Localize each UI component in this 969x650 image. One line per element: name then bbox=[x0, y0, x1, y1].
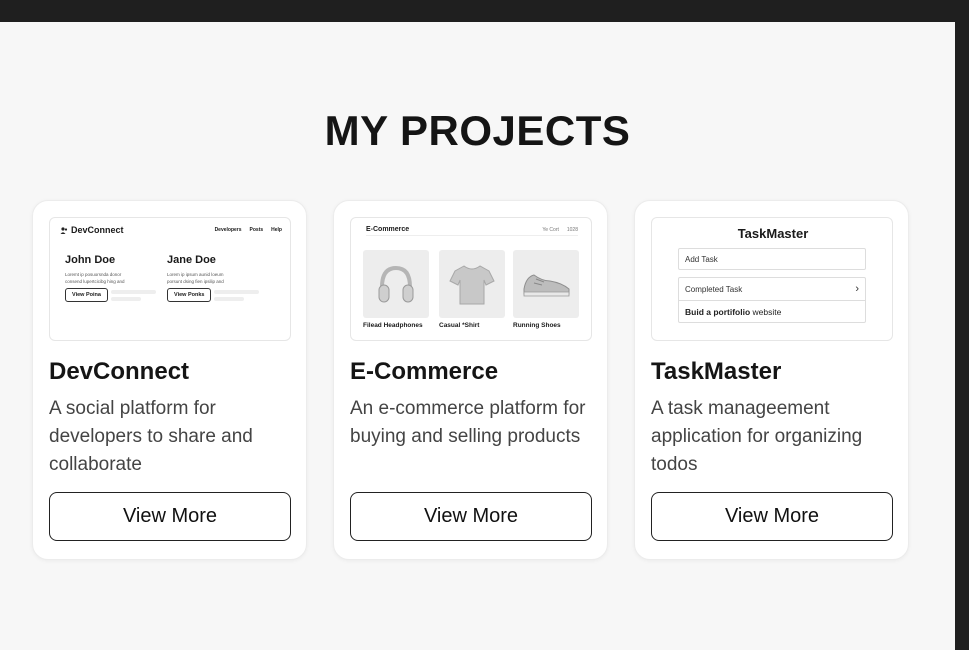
headphones-icon bbox=[378, 265, 414, 303]
preview-profile-name: Jane Doe bbox=[167, 254, 216, 266]
preview-placeholder-lines bbox=[214, 289, 260, 301]
view-more-button[interactable]: View More bbox=[651, 492, 893, 541]
view-more-button[interactable]: View More bbox=[49, 492, 291, 541]
preview-brand: E-Commerce bbox=[366, 226, 410, 233]
preview-nav-link: Posts bbox=[249, 227, 264, 233]
project-description: A task manageement application for organ… bbox=[651, 398, 863, 475]
project-preview-devconnect: DevConnect Developers Posts Help John Do… bbox=[49, 217, 291, 341]
project-card-taskmaster: TaskMaster Add Task Completed Task › Bui… bbox=[634, 200, 909, 560]
preview-nav-links: Ye Cort 1028 bbox=[542, 227, 578, 233]
preview-product: Filead Headphones bbox=[363, 250, 429, 329]
preview-app-title: TaskMaster bbox=[737, 226, 809, 241]
preview-nav-link: Help bbox=[271, 227, 282, 233]
preview-placeholder-lines bbox=[110, 289, 156, 301]
project-card-devconnect: DevConnect Developers Posts Help John Do… bbox=[32, 200, 307, 560]
preview-profile-text: Loremt ip posuorsnda donor consend luper… bbox=[65, 272, 125, 284]
project-preview-taskmaster: TaskMaster Add Task Completed Task › Bui… bbox=[651, 217, 893, 341]
preview-task-name: Buid a portifolio bbox=[685, 306, 751, 317]
preview-profile-text: Lorem ip ipsum aunid loeum porsunt dsing… bbox=[167, 272, 224, 284]
preview-profile-button: View Poina bbox=[65, 288, 108, 302]
projects-section: MY PROJECTS DevConnect Developers Posts … bbox=[0, 22, 955, 650]
project-title: DevConnect bbox=[49, 358, 190, 385]
preview-brand-text: DevConnect bbox=[71, 225, 124, 235]
preview-add-task-field: Add Task bbox=[678, 248, 866, 270]
preview-navbar: E-Commerce Ye Cort 1028 bbox=[366, 224, 578, 236]
project-title: TaskMaster bbox=[651, 358, 782, 385]
preview-product: Running Shoes bbox=[513, 250, 579, 329]
preview-task-list: Completed Task › Buid a portifolio websi… bbox=[678, 277, 866, 323]
shoe-icon bbox=[523, 274, 570, 297]
project-title: E-Commerce bbox=[350, 358, 499, 385]
tshirt-icon bbox=[449, 265, 495, 305]
preview-product-label: Casual *Shirt bbox=[439, 322, 480, 329]
preview-product-label: Filead Headphones bbox=[363, 322, 423, 329]
view-more-button[interactable]: View More bbox=[350, 492, 592, 541]
preview-task-name-rest: website bbox=[750, 306, 782, 317]
project-preview-ecommerce: E-Commerce Ye Cort 1028 Filead Headphone… bbox=[350, 217, 592, 341]
project-card-ecommerce: E-Commerce Ye Cort 1028 Filead Headphone… bbox=[333, 200, 608, 560]
preview-profile-button: View Ponks bbox=[167, 288, 212, 302]
preview-task-row: Completed Task › bbox=[679, 278, 865, 300]
user-icon bbox=[60, 226, 68, 234]
project-description: An e-commerce platform for buying and se… bbox=[350, 398, 586, 447]
preview-nav-link: Ye Cort bbox=[542, 226, 559, 233]
chevron-right-icon: › bbox=[855, 283, 859, 295]
preview-product: Casual *Shirt bbox=[439, 250, 505, 329]
preview-profile-name: John Doe bbox=[65, 254, 116, 266]
preview-profile: Jane Doe Lorem ip ipsum aunid loeum pors… bbox=[167, 254, 262, 302]
preview-profile: John Doe Loremt ip posuorsnda donor cons… bbox=[65, 254, 160, 302]
preview-product-label: Running Shoes bbox=[513, 322, 561, 329]
preview-brand: DevConnect bbox=[60, 225, 124, 235]
preview-nav-links: Developers Posts Help bbox=[215, 227, 282, 233]
page-title: MY PROJECTS bbox=[324, 107, 631, 154]
preview-task-row: Buid a portifolio website bbox=[679, 300, 865, 322]
preview-completed-label: Completed Task bbox=[685, 284, 743, 294]
window-edge bbox=[955, 22, 969, 650]
preview-navbar: DevConnect Developers Posts Help bbox=[60, 224, 282, 236]
project-description: A social platform for developers to shar… bbox=[49, 398, 253, 475]
preview-nav-link: Developers bbox=[214, 227, 242, 233]
preview-nav-link: 1028 bbox=[566, 226, 578, 233]
